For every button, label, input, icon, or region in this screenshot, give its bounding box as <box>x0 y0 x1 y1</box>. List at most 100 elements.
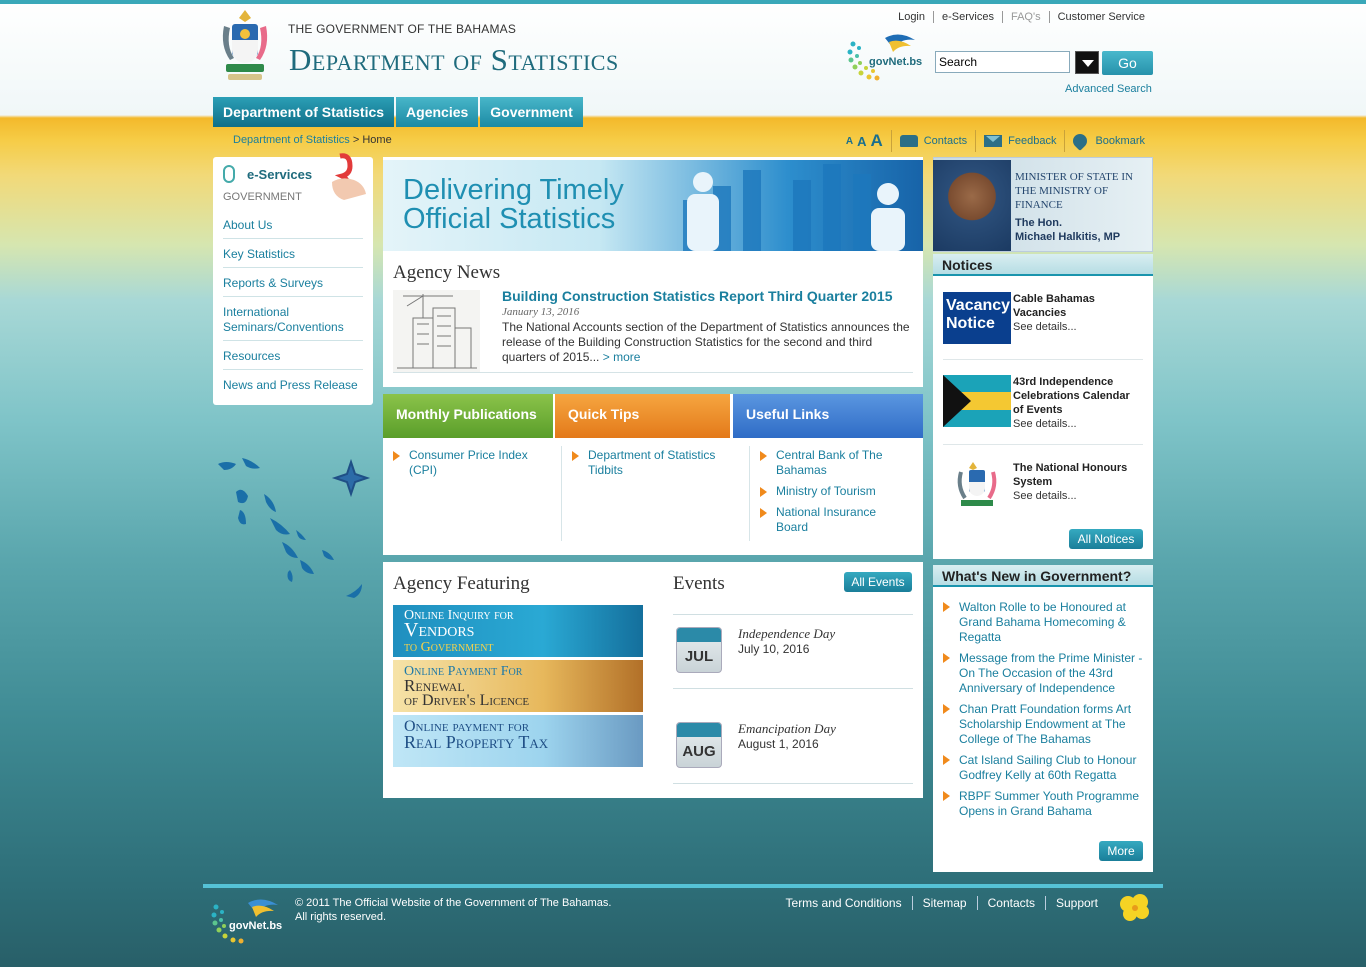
notice-title[interactable]: The National Honours System <box>1013 461 1138 489</box>
promo2-line-2: Renewal <box>404 676 465 695</box>
coat-of-arms-image[interactable] <box>943 460 1011 512</box>
event-date: August 1, 2016 <box>738 737 819 751</box>
sidebar-item-key-statistics[interactable]: Key Statistics <box>223 244 363 268</box>
notice-title[interactable]: 43rd Independence Celebrations Calendar … <box>1013 375 1138 417</box>
list-item[interactable]: Walton Rolle to be Honoured at Grand Bah… <box>943 600 1143 645</box>
advanced-search-link[interactable]: Advanced Search <box>1065 83 1152 95</box>
promo2-line-3: of Driver's Licence <box>404 692 530 709</box>
footer-govnet-text: govNet.bs <box>229 920 283 932</box>
promo1-line-3: to Government <box>404 640 494 655</box>
promo-drivers-licence[interactable]: Online Payment For Renewal of Driver's L… <box>393 660 643 712</box>
event-date: July 10, 2016 <box>738 642 810 656</box>
support-link[interactable]: Support <box>1044 896 1108 910</box>
list-item-central-bank[interactable]: Central Bank of The Bahamas <box>760 448 910 478</box>
font-size-medium[interactable]: A <box>857 134 866 149</box>
promo-property-tax[interactable]: Online payment for Real Property Tax <box>393 715 643 767</box>
links-list: Central Bank of The Bahamas Ministry of … <box>760 448 910 541</box>
sidebar-group-label: GOVERNMENT <box>223 191 302 203</box>
bahamas-flag-image[interactable] <box>943 375 1011 427</box>
vacancy-notice-image[interactable]: Vacancy Notice <box>943 292 1011 344</box>
whats-new-heading: What's New in Government? <box>933 565 1153 587</box>
go-button[interactable]: Go <box>1102 51 1153 75</box>
column-divider <box>749 446 750 541</box>
notice-divider <box>943 444 1143 445</box>
banner-line-1: Delivering Timely <box>403 174 624 206</box>
font-size-large[interactable]: A <box>870 131 882 151</box>
tab-quick-tips[interactable]: Quick Tips <box>555 394 730 438</box>
bookmark-link[interactable]: Bookmark <box>1064 130 1153 152</box>
notice-see-details[interactable]: See details... <box>1013 418 1077 430</box>
nav-agencies[interactable]: Agencies <box>396 97 479 127</box>
rights-text: All rights reserved. <box>295 911 387 923</box>
promo1-line-2: Vendors <box>404 619 475 641</box>
govnet-logo[interactable]: govNet.bs <box>845 30 923 94</box>
notice-title[interactable]: Cable Bahamas Vacancies <box>1013 292 1138 320</box>
nav-department-of-statistics[interactable]: Department of Statistics <box>213 97 395 127</box>
list-item-ministry-tourism[interactable]: Ministry of Tourism <box>760 484 910 499</box>
list-item[interactable]: Cat Island Sailing Club to Honour Godfre… <box>943 753 1143 783</box>
list-item[interactable]: Message from the Prime Minister - On The… <box>943 651 1143 696</box>
tab-monthly-publications[interactable]: Monthly Publications <box>383 394 553 438</box>
coat-of-arms-logo[interactable] <box>216 6 274 84</box>
more-button[interactable]: More <box>1099 841 1143 861</box>
mail-icon <box>984 135 1003 147</box>
sidebar-item-news-press[interactable]: News and Press Release <box>223 375 363 398</box>
top-links: Login e-Services FAQ's Customer Service <box>890 11 1153 23</box>
promo-vendor-inquiry[interactable]: Online Inquiry for Vendors to Government <box>393 605 643 657</box>
event-name[interactable]: Independence Day <box>738 626 835 642</box>
mouse-icon <box>223 165 235 183</box>
eservices-label: e-Services <box>247 166 313 182</box>
sidebar-item-international-seminars[interactable]: International Seminars/Conventions <box>223 302 363 341</box>
list-item[interactable]: Chan Pratt Foundation forms Art Scholars… <box>943 702 1143 747</box>
sidebar-item-reports-surveys[interactable]: Reports & Surveys <box>223 273 363 297</box>
calendar-icon: AUG <box>676 722 722 768</box>
customer-service-link[interactable]: Customer Service <box>1048 11 1153 23</box>
login-link[interactable]: Login <box>890 11 933 23</box>
search-scope-dropdown[interactable] <box>1075 51 1099 74</box>
list-item-cpi[interactable]: Consumer Price Index (CPI) <box>393 448 543 478</box>
main-nav: Department of Statistics Agencies Govern… <box>213 97 585 127</box>
list-item[interactable]: RBPF Summer Youth Programme Opens in Gra… <box>943 789 1143 819</box>
building-sketch-image[interactable] <box>393 290 480 372</box>
all-events-button[interactable]: All Events <box>844 572 912 592</box>
eservices-heading[interactable]: e-Services <box>223 165 312 183</box>
nav-government[interactable]: Government <box>480 97 583 127</box>
news-more-link[interactable]: > more <box>603 350 641 364</box>
breadcrumb-separator: > <box>352 134 360 146</box>
list-item-tidbits[interactable]: Department of Statistics Tidbits <box>572 448 742 478</box>
govnet-text: govNet.bs <box>869 56 923 68</box>
news-title-link[interactable]: Building Construction Statistics Report … <box>502 288 893 304</box>
eservices-link[interactable]: e-Services <box>933 11 1002 23</box>
event-name[interactable]: Emancipation Day <box>738 721 836 737</box>
font-size-small[interactable]: A <box>846 136 853 147</box>
contacts-link[interactable]: Contacts <box>890 130 975 152</box>
agency-featuring-heading: Agency Featuring <box>393 573 530 594</box>
faqs-link[interactable]: FAQ's <box>1001 11 1049 23</box>
news-divider <box>393 372 913 373</box>
all-notices-button[interactable]: All Notices <box>1069 529 1143 549</box>
sitemap-link[interactable]: Sitemap <box>911 896 977 910</box>
contacts-label: Contacts <box>923 135 968 147</box>
sidebar-item-about-us[interactable]: About Us <box>223 215 363 239</box>
search-input[interactable] <box>935 51 1070 73</box>
hand-ribbon-icon <box>332 153 366 200</box>
notice-see-details[interactable]: See details... <box>1013 321 1077 333</box>
banner-line-2: Official Statistics <box>403 203 616 235</box>
tab-useful-links[interactable]: Useful Links <box>733 394 923 438</box>
notice-see-details[interactable]: See details... <box>1013 490 1077 502</box>
events-divider <box>673 614 913 615</box>
sidebar-item-resources[interactable]: Resources <box>223 346 363 370</box>
sidebar-nav: About Us Key Statistics Reports & Survey… <box>223 215 363 403</box>
breadcrumb-parent-link[interactable]: Department of Statistics <box>233 134 350 146</box>
breadcrumb: Department of Statistics > Home <box>233 134 392 146</box>
agency-news-heading: Agency News <box>393 262 501 283</box>
government-title: THE GOVERNMENT OF THE BAHAMAS <box>288 22 517 36</box>
footer-line <box>203 884 1163 888</box>
terms-link[interactable]: Terms and Conditions <box>776 896 912 910</box>
footer-contacts-link[interactable]: Contacts <box>976 896 1045 910</box>
footer-govnet-logo[interactable]: govNet.bs <box>210 893 285 957</box>
footer-links: Terms and Conditions Sitemap Contacts Su… <box>776 896 1108 910</box>
notices-heading: Notices <box>933 254 1153 276</box>
feedback-link[interactable]: Feedback <box>975 130 1064 152</box>
list-item-national-insurance[interactable]: National Insurance Board <box>760 505 910 535</box>
